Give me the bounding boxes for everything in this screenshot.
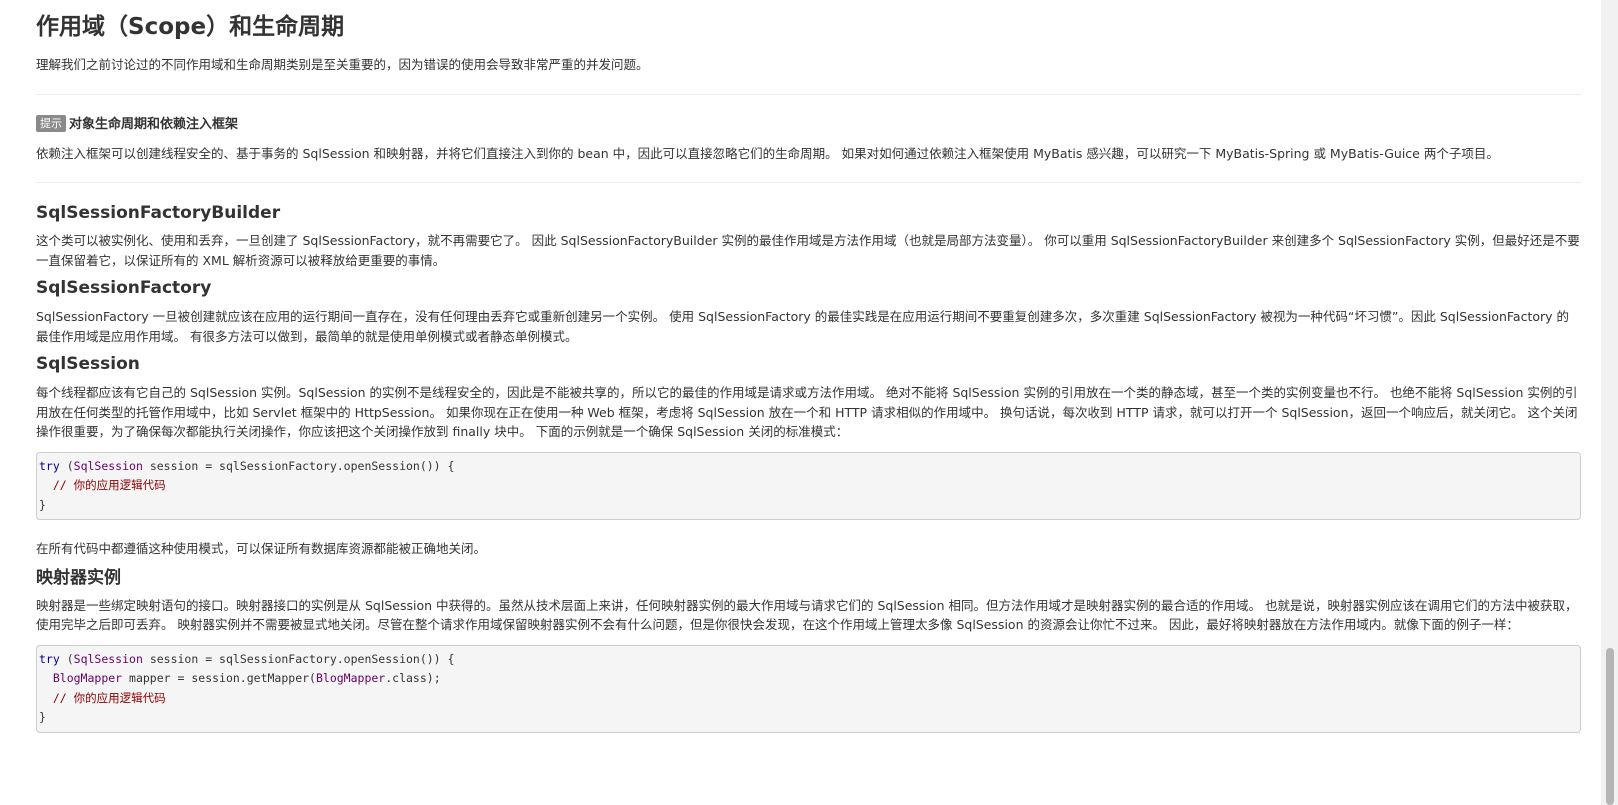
- vertical-scrollbar[interactable]: [1601, 0, 1618, 805]
- section-heading-session: SqlSession: [36, 354, 140, 374]
- code-text: }: [39, 497, 46, 512]
- code-block-mapper: try (SqlSession session = sqlSessionFact…: [36, 644, 1581, 733]
- section-text-session: 每个线程都应该有它自己的 SqlSession 实例。SqlSession 的实…: [36, 385, 1578, 439]
- section-text-factory: SqlSessionFactory 一旦被创建就应该在应用的运行期间一直存在，没…: [36, 309, 1570, 344]
- code-keyword: try: [39, 458, 60, 473]
- article-content: 作用域（Scope）和生命周期 理解我们之前讨论过的不同作用域和生命周期类别是至…: [36, 0, 1581, 733]
- code-type: SqlSession: [73, 458, 143, 473]
- divider: [36, 93, 1581, 95]
- code-type: BlogMapper: [52, 671, 123, 685]
- section-text-builder: 这个类可以被实例化、使用和丢弃，一旦创建了 SqlSessionFactory，…: [36, 233, 1580, 268]
- scrollbar-thumb[interactable]: [1606, 648, 1614, 805]
- section-text-mapper: 映射器是一些绑定映射语句的接口。映射器接口的实例是从 SqlSession 中获…: [36, 597, 1578, 633]
- code-text: (: [59, 458, 74, 473]
- section-heading-factory: SqlSessionFactory: [36, 278, 212, 298]
- divider: [36, 182, 1581, 183]
- code-comment: // 你的应用逻辑代码: [39, 478, 166, 492]
- code-text: (: [59, 651, 74, 666]
- section-heading-mapper: 映射器实例: [36, 567, 121, 588]
- code-block-session: try (SqlSession session = sqlSessionFact…: [36, 451, 1581, 520]
- tip-text: 依赖注入框架可以创建线程安全的、基于事务的 SqlSession 和映射器，并将…: [36, 145, 1499, 161]
- code-text: }: [39, 710, 46, 724]
- code-comment: // 你的应用逻辑代码: [39, 690, 166, 705]
- intro-text: 理解我们之前讨论过的不同作用域和生命周期类别是至关重要的，因为错误的使用会导致非…: [36, 57, 649, 72]
- page-title: 作用域（Scope）和生命周期: [36, 14, 345, 40]
- section-heading-builder: SqlSessionFactoryBuilder: [36, 203, 281, 223]
- code-type: BlogMapper: [315, 671, 386, 685]
- tip-box: 提示 对象生命周期和依赖注入框架 依赖注入框架可以创建线程安全的、基于事务的 Sq…: [36, 114, 1581, 164]
- code-type: SqlSession: [73, 651, 143, 666]
- code-text: mapper = session.getMapper(: [122, 671, 316, 685]
- code-text: session = sqlSessionFactory.openSession(…: [142, 651, 455, 666]
- code-keyword: try: [39, 651, 60, 666]
- tip-title: 对象生命周期和依赖注入框架: [69, 116, 239, 132]
- session-after-text: 在所有代码中都遵循这种使用模式，可以保证所有数据库资源都能被正确地关闭。: [36, 541, 487, 556]
- tip-title-row: 提示 对象生命周期和依赖注入框架: [36, 114, 1581, 135]
- code-text: session = sqlSessionFactory.openSession(…: [142, 458, 455, 473]
- tip-badge: 提示: [36, 114, 66, 132]
- code-text: .class);: [385, 671, 441, 685]
